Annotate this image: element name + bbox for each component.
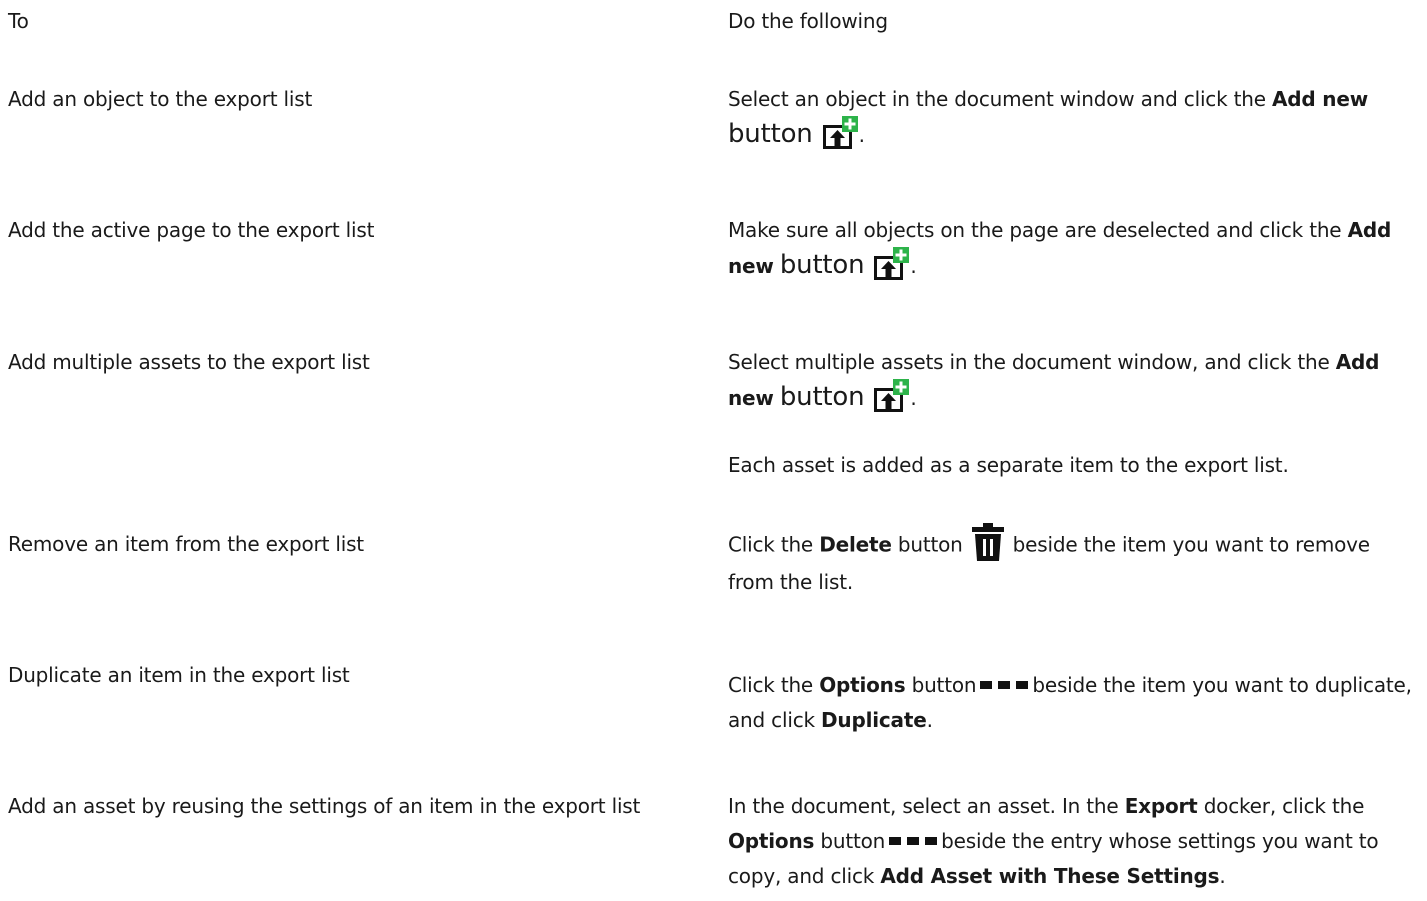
button-word: button: [779, 382, 865, 412]
button-word: button: [728, 119, 813, 149]
row-1-instructions: Select an object in the document window …: [728, 82, 1418, 154]
row-5-text: Click the: [728, 673, 820, 697]
row-4-instructions: Click the Delete button beside the item y…: [728, 523, 1418, 600]
row-1-task: Add an object to the export list: [8, 87, 313, 111]
options-label: Options: [728, 829, 815, 853]
row-6-task: Add an asset by reusing the settings of …: [8, 794, 641, 818]
row-1-text: Select an object in the document window …: [728, 87, 1273, 111]
button-word: button: [891, 532, 963, 557]
export-label: Export: [1124, 794, 1198, 818]
period: .: [1219, 864, 1226, 888]
add-new-label: Add new: [1272, 87, 1368, 111]
column-header-to: To: [8, 9, 29, 33]
period: .: [910, 254, 917, 278]
more-options-icon: [980, 680, 1029, 690]
export-add-new-icon: [874, 378, 910, 413]
button-word: button: [814, 829, 886, 853]
period: .: [926, 708, 933, 732]
row-5-instructions: Click the Options button beside the item …: [728, 668, 1418, 738]
more-options-icon: [889, 836, 938, 846]
row-6-text-2: docker, click the: [1197, 794, 1365, 818]
row-6-text: In the document, select an asset. In the: [728, 794, 1125, 818]
period: .: [858, 123, 865, 147]
row-4-task: Remove an item from the export list: [8, 532, 364, 556]
column-header-do: Do the following: [728, 9, 888, 33]
delete-label: Delete: [819, 532, 892, 557]
trash-icon: [971, 523, 1005, 561]
period: .: [910, 386, 917, 410]
add-asset-with-settings-label: Add Asset with These Settings: [880, 864, 1220, 888]
export-add-new-icon: [822, 115, 859, 150]
options-label: Options: [819, 673, 906, 697]
row-4-text: Click the: [728, 532, 820, 557]
row-6-instructions: In the document, select an asset. In the…: [728, 789, 1418, 894]
button-word: button: [779, 250, 865, 280]
row-2-text: Make sure all objects on the page are de…: [728, 218, 1348, 242]
row-3-task: Add multiple assets to the export list: [8, 350, 370, 374]
row-2-task: Add the active page to the export list: [8, 218, 375, 242]
duplicate-label: Duplicate: [821, 708, 927, 732]
button-word: button: [905, 673, 977, 697]
export-add-new-icon: [874, 246, 910, 281]
row-2-instructions: Make sure all objects on the page are de…: [728, 213, 1418, 285]
row-3-note: Each asset is added as a separate item t…: [728, 453, 1289, 477]
row-5-task: Duplicate an item in the export list: [8, 663, 350, 687]
row-3-text: Select multiple assets in the document w…: [728, 350, 1336, 374]
row-3-instructions: Select multiple assets in the document w…: [728, 345, 1418, 417]
